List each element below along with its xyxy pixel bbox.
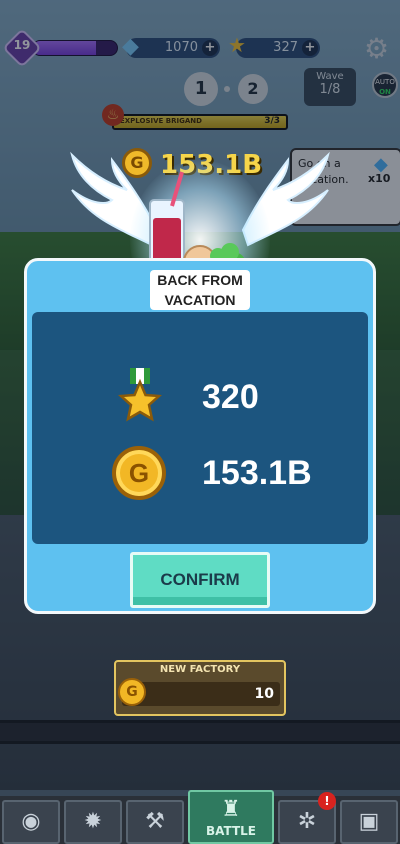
confirm-button[interactable]: CONFIRM [130, 552, 270, 608]
fire-icon[interactable]: ✹ [64, 800, 122, 844]
reward-panel [32, 312, 368, 544]
medal-reward-value: 320 [202, 378, 259, 416]
gold-reward-value: 153.1B [202, 454, 312, 492]
factory-cost: 10 [254, 686, 274, 702]
medal-star-icon [118, 368, 162, 422]
chest-icon[interactable]: ▣ [340, 800, 398, 844]
alert-badge: ! [318, 792, 336, 810]
gold-coin-icon: G [118, 678, 146, 706]
gold-coin-icon: G [112, 446, 166, 500]
dialog-title: BACK FROM VACATION [150, 270, 250, 310]
confirm-label: CONFIRM [160, 570, 240, 589]
globe-icon[interactable]: ◉ [2, 800, 60, 844]
anvil-icon[interactable]: ⚒ [126, 800, 184, 844]
castle-icon: ♜ [221, 797, 241, 822]
factory-title: NEW FACTORY [159, 664, 241, 675]
tab-battle[interactable]: ♜ BATTLE [188, 790, 274, 844]
tab-battle-label: BATTLE [206, 824, 256, 838]
